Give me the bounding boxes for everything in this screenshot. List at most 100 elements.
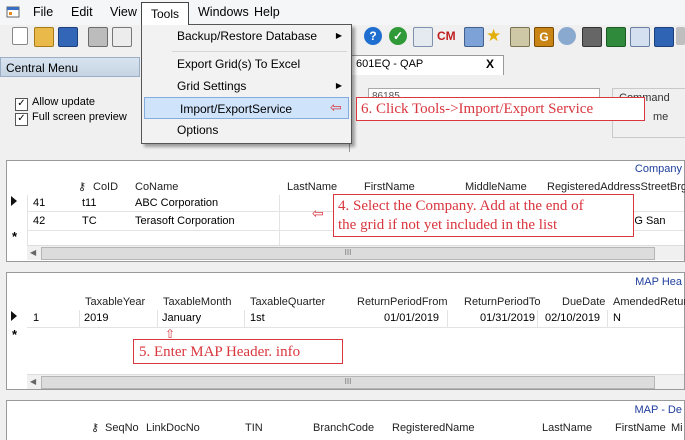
- table-row-42-coid[interactable]: TC: [82, 215, 97, 227]
- map-header-title: MAP Hea: [635, 276, 682, 288]
- puzzle-icon[interactable]: [464, 27, 484, 47]
- menu-item-label: Backup/Restore Database: [177, 29, 318, 43]
- col-middlename[interactable]: MiddleName: [465, 181, 527, 193]
- user-icon[interactable]: [558, 27, 576, 45]
- allow-update-checkbox[interactable]: ✓: [15, 98, 28, 111]
- submenu-arrow-icon: ▶: [335, 31, 342, 40]
- print-preview-icon[interactable]: [112, 27, 132, 47]
- central-menu-header: Central Menu: [0, 57, 140, 77]
- g-icon[interactable]: G: [534, 27, 554, 47]
- folder-icon[interactable]: [654, 27, 674, 47]
- map-header-hscrollbar[interactable]: ◀ III: [27, 374, 684, 389]
- col-lastname[interactable]: LastName: [287, 181, 337, 193]
- table-row-1-id[interactable]: 1: [33, 312, 39, 324]
- full-screen-preview-checkbox[interactable]: ✓: [15, 113, 28, 126]
- calculator-icon[interactable]: [413, 27, 433, 47]
- col-divider: [27, 195, 28, 245]
- save-icon[interactable]: [58, 27, 78, 47]
- tools-dropdown-menu: Backup/Restore Database ▶ Export Grid(s)…: [141, 24, 352, 144]
- command-name-label: me: [653, 111, 669, 123]
- col-coname[interactable]: CoName: [135, 181, 178, 193]
- table-row-42-id[interactable]: 42: [33, 215, 45, 227]
- menu-separator: [172, 51, 347, 52]
- cm-icon[interactable]: CM: [437, 27, 459, 45]
- tools-icon[interactable]: [510, 27, 530, 47]
- col-middle[interactable]: Mi: [671, 422, 683, 434]
- menu-windows[interactable]: Windows: [198, 0, 249, 25]
- star-icon[interactable]: ★: [486, 27, 504, 45]
- company-grid-title: Company: [634, 163, 682, 175]
- help-icon[interactable]: ?: [364, 27, 382, 45]
- col-registered-name[interactable]: RegisteredName: [392, 422, 475, 434]
- scroll-left-icon[interactable]: ◀: [30, 377, 36, 386]
- col-seqno[interactable]: SeqNo: [105, 422, 139, 434]
- col-return-period-from[interactable]: ReturnPeriodFrom: [357, 296, 447, 308]
- scroll-thumb[interactable]: III: [41, 376, 655, 389]
- col-coid[interactable]: CoID: [93, 181, 118, 193]
- col-divider: [279, 195, 280, 245]
- scroll-thumb[interactable]: III: [41, 247, 655, 260]
- col-taxable-month[interactable]: TaxableMonth: [163, 296, 232, 308]
- menu-help[interactable]: Help: [254, 0, 280, 25]
- menu-item-import-export[interactable]: Import/ExportService: [144, 97, 349, 119]
- print-icon[interactable]: [88, 27, 108, 47]
- table-row-1-year[interactable]: 2019: [84, 312, 108, 324]
- table-row-42-coname[interactable]: Terasoft Corporation: [135, 215, 235, 227]
- table-row-1-month[interactable]: January: [162, 312, 201, 324]
- menu-view[interactable]: View: [110, 0, 137, 25]
- menu-item-label: Export Grid(s) To Excel: [177, 57, 301, 71]
- grid-icon[interactable]: [630, 27, 650, 47]
- ok-icon[interactable]: ✓: [389, 27, 407, 45]
- table-row-1-quarter[interactable]: 1st: [250, 312, 265, 324]
- col-due-date[interactable]: DueDate: [562, 296, 605, 308]
- menu-tools[interactable]: Tools: [141, 2, 189, 25]
- submenu-arrow-icon: ▶: [335, 81, 342, 90]
- allow-update-label: Allow update: [32, 96, 95, 108]
- menu-item-label: Options: [177, 123, 219, 137]
- row-selector-icon: [11, 311, 17, 321]
- table-row-1-to[interactable]: 01/31/2019: [480, 312, 535, 324]
- col-lastname[interactable]: LastName: [542, 422, 592, 434]
- col-divider: [607, 310, 608, 328]
- col-taxable-quarter[interactable]: TaxableQuarter: [250, 296, 325, 308]
- col-divider: [447, 310, 448, 328]
- tab-601eq-qap[interactable]: 601EQ - QAP X: [349, 55, 504, 76]
- menu-edit[interactable]: Edit: [71, 0, 93, 25]
- app-icon[interactable]: [6, 5, 20, 19]
- table-row-41-id[interactable]: 41: [33, 197, 45, 209]
- col-tin[interactable]: TIN: [245, 422, 263, 434]
- col-firstname[interactable]: FirstName: [615, 422, 666, 434]
- table-row-1-due[interactable]: 02/10/2019: [545, 312, 600, 324]
- menu-item-options[interactable]: Options: [142, 119, 351, 141]
- table-row-1-from[interactable]: 01/01/2019: [384, 312, 439, 324]
- col-taxable-year[interactable]: TaxableYear: [85, 296, 145, 308]
- open-folder-icon[interactable]: [34, 27, 54, 47]
- col-return-period-to[interactable]: ReturnPeriodTo: [464, 296, 540, 308]
- col-branchcode[interactable]: BranchCode: [313, 422, 374, 434]
- menu-item-label: Import/ExportService: [180, 102, 293, 116]
- excel-icon[interactable]: [606, 27, 626, 47]
- close-tab-icon[interactable]: X: [486, 57, 494, 71]
- more-icon[interactable]: [676, 27, 685, 45]
- map-detail-grid: MAP - De ⚷ SeqNo LinkDocNo TIN BranchCod…: [6, 400, 685, 440]
- annotation-step-4-line-2: the grid if not yet included in the list: [338, 217, 558, 233]
- col-amended-return[interactable]: AmendedRetur: [613, 296, 685, 308]
- company-hscrollbar[interactable]: ◀ III: [27, 245, 684, 260]
- new-file-icon[interactable]: [12, 27, 28, 45]
- table-row-41-coname[interactable]: ABC Corporation: [135, 197, 218, 209]
- table-row-1-amended[interactable]: N: [613, 312, 621, 324]
- full-screen-preview-label: Full screen preview: [32, 111, 127, 123]
- col-registered-address[interactable]: RegisteredAddressStreetBrgy: [547, 181, 685, 193]
- menu-item-export-grids[interactable]: Export Grid(s) To Excel: [142, 53, 351, 75]
- map-header-grid: MAP Hea TaxableYear TaxableMonth Taxable…: [6, 272, 685, 390]
- col-linkdocno[interactable]: LinkDocNo: [146, 422, 200, 434]
- menu-item-backup-restore[interactable]: Backup/Restore Database ▶: [142, 25, 351, 47]
- scroll-left-icon[interactable]: ◀: [30, 248, 36, 257]
- col-divider: [244, 310, 245, 328]
- callout-arrow-icon: ⇦: [330, 99, 342, 115]
- menu-item-grid-settings[interactable]: Grid Settings ▶: [142, 75, 351, 97]
- menu-file[interactable]: File: [33, 0, 53, 25]
- table-row-41-coid[interactable]: t11: [82, 197, 96, 209]
- brush-icon[interactable]: [582, 27, 602, 47]
- col-firstname[interactable]: FirstName: [364, 181, 415, 193]
